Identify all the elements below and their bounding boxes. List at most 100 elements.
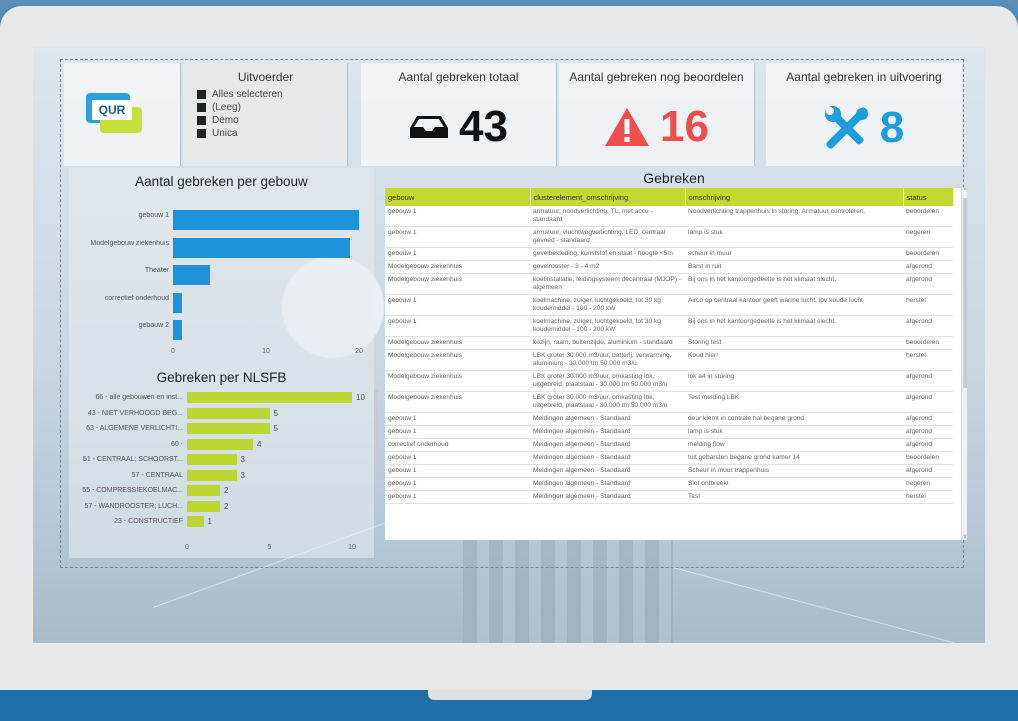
filter-option[interactable]: Alles selecteren	[197, 88, 283, 101]
column-header[interactable]: gebouw	[385, 188, 531, 206]
table-cell: gevelrooster - 3 - 4 m2	[530, 260, 685, 274]
table-cell: Modelgebouw ziekenhuis	[385, 336, 530, 350]
laptop-notch	[428, 690, 592, 700]
table-cell: lamp is stuk	[685, 226, 903, 248]
bar[interactable]	[187, 454, 237, 465]
bar[interactable]	[173, 265, 211, 285]
table-row[interactable]: gebouw 1 Meldingen algemeen - Standaard la…	[385, 425, 953, 439]
bar[interactable]	[187, 500, 220, 512]
table-cell: Modelgebouw ziekenhuis	[385, 391, 530, 413]
table-cell: Koud hier!	[685, 349, 903, 371]
bar[interactable]	[187, 438, 253, 450]
data-label: 3	[240, 455, 245, 464]
scroll-thumb[interactable]	[963, 198, 967, 388]
table-cell: melding flow	[685, 438, 903, 452]
table-row[interactable]: Modelgebouw ziekenhuis gevelrooster - 3 -…	[385, 260, 953, 274]
table-row[interactable]: gebouw 1 koelmachine, zuiger, luchtgekoel…	[385, 294, 953, 316]
category-label: gebouw 2	[138, 322, 169, 329]
bar[interactable]	[187, 469, 237, 481]
filter-title: Uitvoerder	[237, 70, 294, 84]
table-cell: Meldingen algemeen - Standaard	[530, 477, 685, 491]
table-cell: afgerond	[903, 260, 953, 274]
bar[interactable]	[187, 485, 220, 496]
table-cell: afgerond	[903, 412, 953, 426]
kpi-title: Aantal gebreken totaal	[398, 70, 519, 84]
category-label: 43 - NIET VERHOOGD BEG...	[87, 409, 183, 417]
category-label: 55 - COMPRESSIEKOELMAC...	[82, 487, 183, 494]
table-cell: Slot ontbreekt	[685, 477, 903, 491]
column-header[interactable]: clusterelement_omschrijving	[530, 188, 686, 206]
table-row[interactable]: Modelgebouw ziekenhuis LBK groter 30.000 …	[385, 370, 953, 392]
table-cell: kozijn, raam, buitenzijde, aluminium - s…	[530, 336, 685, 350]
bar[interactable]	[187, 516, 204, 527]
table-cell: afgerond	[903, 391, 953, 413]
table-row[interactable]: gebouw 1 Meldingen algemeen - Standaard tu…	[385, 451, 953, 465]
table-row[interactable]: gebouw 1 Meldingen algemeen - Standaard Sl…	[385, 477, 953, 491]
table-cell: Storing test	[685, 336, 903, 350]
table-cell: Modelgebouw ziekenhuis	[385, 349, 530, 371]
table-row[interactable]: gebouw 1 Meldingen algemeen - Standaard Te…	[385, 490, 953, 504]
bar[interactable]	[187, 392, 352, 403]
tick-label: 5	[267, 544, 272, 551]
dashboard: QUR Uitvoerder Alles selecteren (Leeg) D…	[60, 59, 967, 568]
table-cell: tuit gebarsten begane grond kamer 14	[685, 451, 903, 465]
table-cell: gebouw 1	[385, 226, 530, 248]
data-label: 5	[273, 408, 278, 418]
tick-label: 10	[262, 348, 270, 355]
table-cell: gebouw 1	[385, 477, 530, 491]
table-row[interactable]: gebouw 1 armatuur, noodverlichting, TL, m…	[385, 206, 953, 227]
table-cell: armatuur, noodverlichting, TL, met accu …	[530, 206, 685, 227]
checkbox[interactable]	[197, 103, 206, 112]
table-row[interactable]: correctief onderhoud Meldingen algemeen -…	[385, 438, 953, 452]
table-cell: Meldingen algemeen - Standaard	[530, 451, 685, 465]
uitvoerder-filter: Uitvoerder Alles selecteren (Leeg) Demo …	[183, 63, 348, 166]
checkbox[interactable]	[197, 116, 206, 125]
category-label: Modelgebouw ziekenhuis	[90, 239, 169, 247]
checkbox[interactable]	[197, 90, 206, 99]
kpi-card-totaal: Aantal gebreken totaal 43	[361, 63, 557, 166]
filter-option[interactable]: Demo	[197, 114, 283, 127]
data-label: 2	[224, 501, 229, 511]
table-cell: LBK groter 30.000 m3/uur, omkasting lbk,…	[530, 391, 685, 413]
category-label: 57 - WANDROOSTER; LUCH...	[84, 502, 183, 510]
table-cell: deur klemt in centrale hal begane grond	[685, 412, 903, 426]
bar[interactable]	[173, 210, 359, 230]
scroll-up-icon[interactable]: ^	[962, 188, 968, 194]
table-cell: Modelgebouw ziekenhuis	[385, 370, 530, 392]
category-label: 63 - ALGEMENE VERLICHTI...	[86, 425, 183, 432]
category-label: correctief onderhoud	[104, 294, 169, 302]
data-label: 1	[207, 517, 212, 526]
table-cell: Barst in ruit	[685, 260, 903, 274]
bar[interactable]	[187, 407, 270, 419]
bar[interactable]	[187, 423, 270, 434]
warning-triangle-icon	[605, 108, 650, 146]
kpi-value: 8	[879, 103, 905, 152]
chart-scrollbar[interactable]	[374, 390, 378, 468]
table-cell: Test melding LBK	[685, 391, 903, 413]
column-header[interactable]: status	[903, 188, 954, 206]
table-scrollbar[interactable]: ^ v	[961, 188, 967, 540]
checkbox[interactable]	[197, 129, 206, 138]
table-cell: afgerond	[903, 438, 953, 452]
table-cell: afgerond	[903, 273, 953, 295]
table-cell: gebouw 1	[385, 490, 530, 504]
table-row[interactable]: gebouw 1 Meldingen algemeen - Standaard de…	[385, 412, 953, 426]
table-row[interactable]: gebouw 1 Meldingen algemeen - Standaard Sc…	[385, 464, 953, 478]
table-cell: afgerond	[903, 370, 953, 392]
table-row[interactable]: gebouw 1 gevelbekleding, kunststof en sta…	[385, 247, 953, 261]
qur-logo: QUR	[86, 93, 142, 137]
table-row[interactable]: gebouw 1 koelmachine, zuiger, luchtgekoel…	[385, 315, 953, 337]
table-row[interactable]: Modelgebouw ziekenhuis koelinstallatie, l…	[385, 273, 953, 295]
filter-option[interactable]: (Leeg)	[197, 101, 283, 114]
table-cell: LBK groter 30.000 m3/uur, batterij, verw…	[530, 349, 685, 371]
table-row[interactable]: Modelgebouw ziekenhuis kozijn, raam, buit…	[385, 336, 953, 350]
table-row[interactable]: Modelgebouw ziekenhuis LBK groter 30.000 …	[385, 349, 953, 371]
filter-option[interactable]: Unica	[197, 127, 283, 140]
bar[interactable]	[173, 237, 350, 258]
column-header[interactable]: omschrijving	[685, 188, 904, 206]
bar[interactable]	[173, 320, 183, 340]
bar[interactable]	[173, 292, 183, 313]
scroll-down-icon[interactable]: v	[962, 534, 968, 540]
table-row[interactable]: Modelgebouw ziekenhuis LBK groter 30.000 …	[385, 391, 953, 413]
table-row[interactable]: gebouw 1 armatuur, vluchtwegverlichting, …	[385, 226, 953, 248]
